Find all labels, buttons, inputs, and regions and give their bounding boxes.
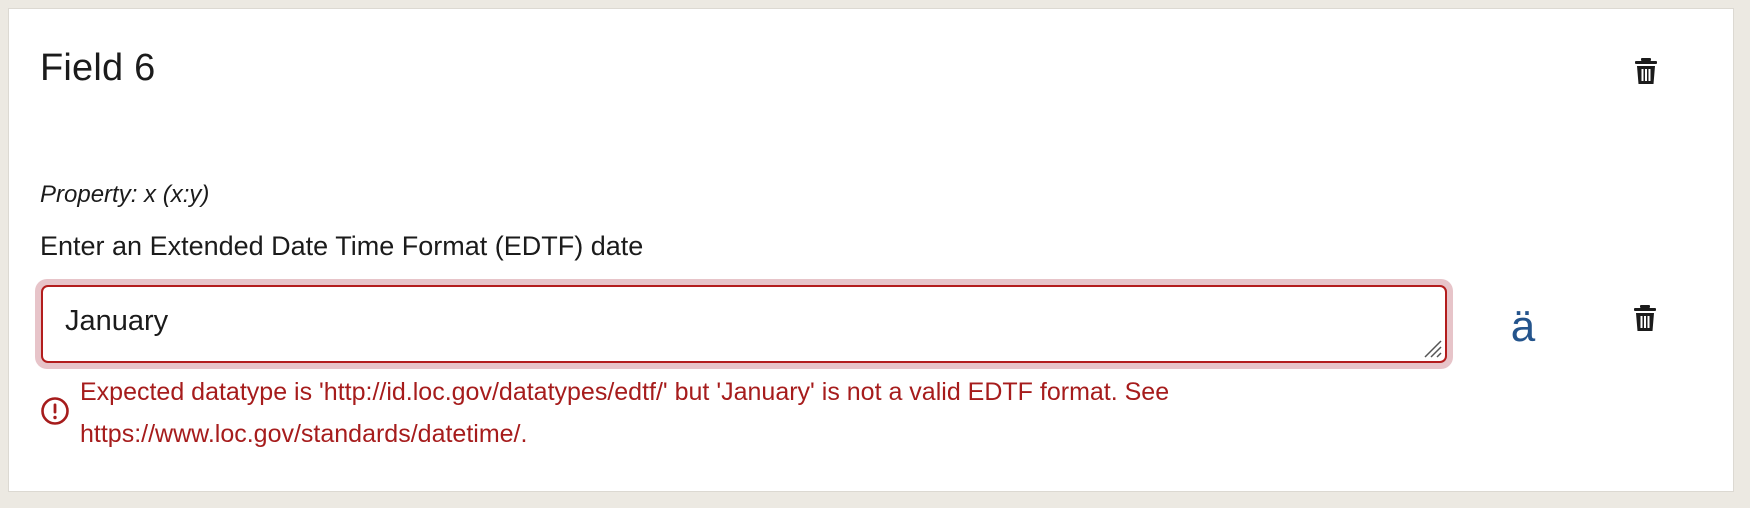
value-input-wrapper: January (35, 279, 1453, 369)
exclamation-circle-icon (41, 397, 69, 425)
field-title: Field 6 (40, 47, 156, 89)
diacritics-button[interactable]: ä (1493, 297, 1553, 357)
value-input[interactable]: January (41, 285, 1447, 363)
trash-icon (1635, 58, 1657, 84)
property-label: Property: x (x:y) (40, 181, 210, 208)
validation-error: Expected datatype is 'http://id.loc.gov/… (40, 371, 1280, 455)
error-message: Expected datatype is 'http://id.loc.gov/… (80, 378, 1170, 448)
delete-value-button[interactable] (1623, 296, 1667, 340)
resize-grip-icon[interactable] (1419, 335, 1443, 359)
field-panel: Field 6 Property: x (x:y) Enter an Exten… (8, 8, 1734, 492)
delete-field-button[interactable] (1624, 49, 1668, 93)
trash-icon (1634, 305, 1656, 331)
field-instruction: Enter an Extended Date Time Format (EDTF… (40, 231, 644, 261)
